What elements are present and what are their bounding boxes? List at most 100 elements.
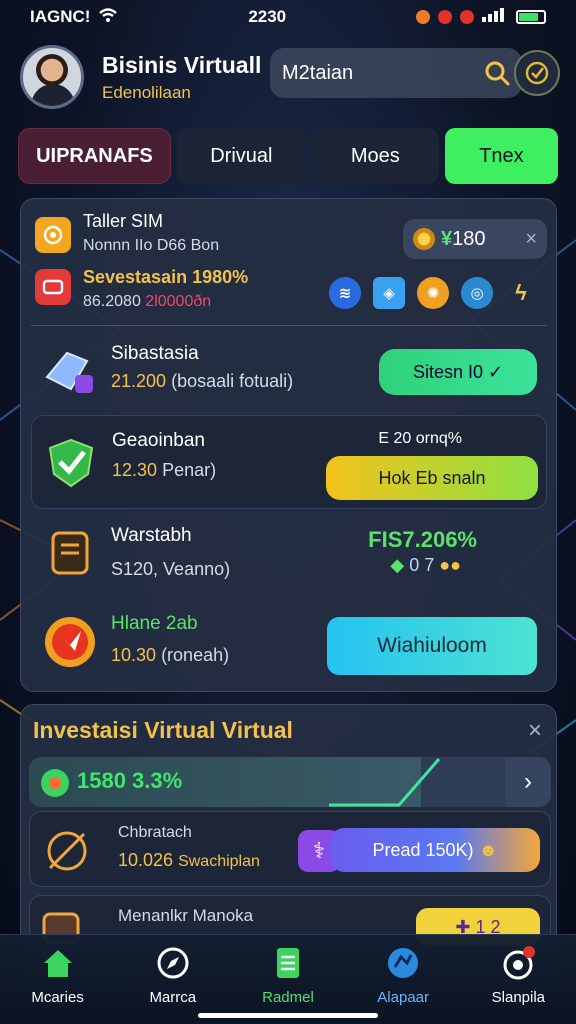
social-icons: ≋ ◈ ✺ ◎ ϟ	[329, 277, 537, 309]
count-number: 0 7	[409, 555, 435, 575]
progress-spark	[329, 758, 441, 807]
notification-icon	[416, 10, 430, 24]
item-value: 10.30 (roneah)	[111, 645, 229, 666]
item2-subtitle: 86.2080 2l0000ðn	[83, 293, 211, 311]
app-subtitle: Edenolilaan	[102, 82, 191, 102]
item-note: Penar)	[162, 460, 217, 480]
progress-text: 1580 3.3%	[77, 768, 183, 793]
item-title: Hlane 2ab	[111, 613, 198, 634]
tab-uipranafs[interactable]: UIPRANAFS	[18, 128, 171, 184]
coin-icon	[413, 228, 435, 250]
item2-sub-b: 2l0000ðn	[145, 293, 212, 310]
item-title: Menanlkr Manoka	[118, 906, 254, 925]
nav-item-compass[interactable]: Marrca	[123, 943, 223, 1006]
home-indicator[interactable]	[198, 1013, 378, 1018]
balance-close-icon[interactable]: ×	[525, 228, 537, 251]
tab-moes[interactable]: Moes	[311, 128, 439, 184]
pread-button[interactable]: Pread 150K) ☻	[330, 828, 540, 872]
leaf-icon: ◆	[390, 555, 405, 575]
item-value: 10.026 Swachiplan	[118, 850, 260, 871]
balance-prefix: ¥	[441, 227, 453, 250]
nav-item-home[interactable]: Mcaries	[8, 943, 108, 1006]
main-card: Taller SIM Nonnn IIo D66 Bon Sevestasain…	[20, 198, 557, 692]
status-bar: IAGNC! 2230	[0, 0, 576, 34]
count-value: ◆ 0 7 ●●	[390, 555, 461, 576]
search-icon[interactable]	[484, 60, 510, 86]
nav-label: Slanpila	[491, 989, 546, 1006]
item-value: 12.30 Penar)	[112, 460, 216, 481]
coins-icon: ●●	[439, 555, 461, 575]
tab-drivual[interactable]: Drivual	[176, 128, 306, 184]
bottom-nav: Mcaries Marrca Radmel Alapaar Slanpila	[0, 934, 576, 1024]
search-text[interactable]: M2taian	[282, 62, 484, 85]
hok-button[interactable]: Hok Eb snaln	[326, 456, 538, 500]
record-icon	[460, 10, 474, 24]
tab-bar: UIPRANAFS Drivual Moes Tnex	[18, 128, 558, 184]
checkmark-shield-icon	[42, 434, 100, 492]
card-icon	[35, 269, 71, 305]
scroll-icon	[41, 525, 99, 583]
investasi-item: Chbratach 10.026 Swachiplan ⚕ Pread 150K…	[29, 811, 551, 887]
item-title: Sibastasia	[111, 343, 199, 364]
app-title: Bisinis Virtuall	[102, 51, 262, 78]
item1-subtitle: Nonnn IIo D66 Bon	[83, 237, 220, 254]
list-item-sibastasia: Sibastasia 21.200 (bosaali fotuali) Site…	[31, 329, 547, 409]
balance-value: ¥180	[441, 228, 519, 251]
item-title: Chbratach	[118, 824, 192, 841]
list-item-geaoinban: Geaoinban 12.30 Penar) E 20 ornq% Hok Eb…	[31, 415, 547, 509]
clock: 2230	[248, 7, 287, 26]
item-title: Warstabh	[111, 525, 192, 546]
item-value: 21.200 (bosaali fotuali)	[111, 371, 293, 392]
nav-label: Marrca	[149, 989, 197, 1006]
tab-tnex[interactable]: Tnex	[444, 128, 558, 184]
divider	[31, 325, 547, 326]
item-amount: 12.30	[112, 460, 158, 480]
item-note: Swachiplan	[178, 853, 260, 870]
item-title: Geaoinban	[112, 430, 205, 451]
lightning-icon[interactable]: ϟ	[505, 277, 537, 309]
cube-icon[interactable]: ◈	[373, 277, 405, 309]
nav-item-document[interactable]: Radmel	[238, 943, 338, 1006]
header: Bisinis Virtuall Edenolilaan M2taian	[20, 40, 560, 114]
compass-icon	[153, 943, 193, 983]
progress-bar[interactable]: 1580 3.3% ›	[29, 757, 551, 807]
target-icon	[41, 769, 69, 797]
home-icon	[38, 943, 78, 983]
sun-icon[interactable]: ✺	[417, 277, 449, 309]
nav-label: Mcaries	[31, 989, 84, 1006]
globe-icon[interactable]: ◎	[461, 277, 493, 309]
item-note: (roneah)	[161, 645, 230, 665]
battery-icon	[516, 10, 546, 24]
signal-icon	[482, 7, 508, 27]
carrier-label: IAGNC!	[30, 7, 91, 26]
check-circle-icon[interactable]	[514, 50, 560, 96]
chevron-right-icon[interactable]: ›	[505, 757, 551, 807]
nav-item-profile[interactable]: Slanpila	[468, 943, 568, 1006]
alert-icon	[438, 10, 452, 24]
item2-title: Sevestasain 1980%	[83, 267, 249, 287]
sitesn-button[interactable]: Sitesn I0 ✓	[379, 349, 537, 395]
close-icon[interactable]: ×	[528, 717, 542, 745]
item-note: (bosaali fotuali)	[171, 371, 294, 391]
item-amount: 10.30	[111, 645, 157, 665]
balance-pill[interactable]: ¥180 ×	[403, 219, 547, 259]
wave-icon[interactable]: ≋	[329, 277, 361, 309]
nav-label: Alapaar	[377, 989, 429, 1006]
search-bar[interactable]: M2taian	[270, 48, 522, 98]
wiahiuloom-button[interactable]: Wiahiuloom	[327, 617, 537, 675]
avatar[interactable]	[20, 45, 84, 109]
list-item-hlane: Hlane 2ab 10.30 (roneah) Wiahiuloom	[31, 599, 547, 685]
compass-icon	[38, 822, 96, 880]
item-value: S120, Veanno)	[111, 559, 231, 579]
item-amount: 10.026	[118, 850, 174, 870]
profile-icon	[498, 943, 538, 983]
investasi-title: Investaisi Virtual Virtual	[33, 717, 293, 743]
pread-label: Pread 150K)	[372, 839, 474, 860]
wallet-icon	[35, 217, 71, 253]
nav-item-globe[interactable]: Alapaar	[353, 943, 453, 1006]
wifi-icon	[98, 7, 118, 28]
globe-icon	[383, 943, 423, 983]
item1-title: Taller SIM	[83, 211, 164, 231]
rate-label: E 20 ornq%	[378, 430, 462, 447]
star-badge-icon	[41, 613, 99, 671]
